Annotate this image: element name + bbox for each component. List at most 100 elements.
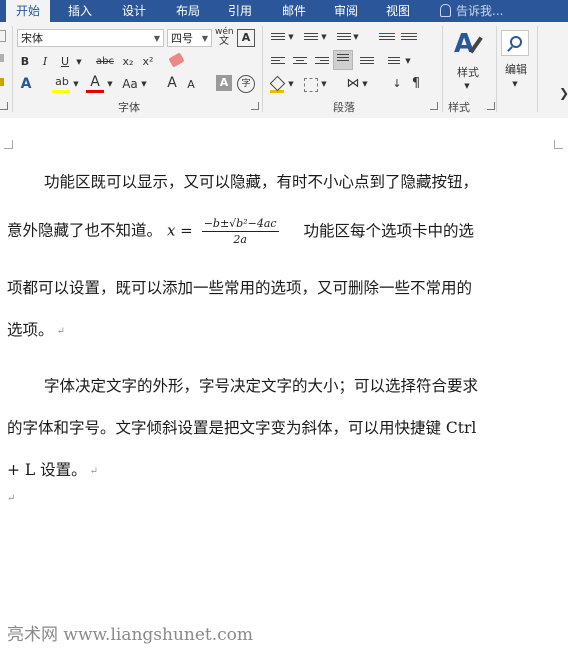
magnifier-handle — [507, 46, 513, 52]
character-border-button[interactable]: A — [237, 29, 255, 47]
chevron-down-icon[interactable]: ▼ — [202, 30, 208, 48]
group-separator — [442, 26, 443, 112]
superscript-button[interactable]: x² — [140, 53, 156, 71]
styles-dialog-launcher-icon[interactable] — [487, 102, 495, 110]
change-case-dropdown-icon[interactable]: ▼ — [140, 75, 148, 93]
underline-button[interactable]: U — [57, 53, 73, 71]
para2-line3: + L 设置。 ↵ — [7, 458, 562, 480]
quadratic-formula[interactable]: x = −b±√b²−4ac 2a — [167, 217, 283, 246]
tab-review[interactable]: 审阅 — [324, 0, 368, 22]
shading-dropdown-icon[interactable]: ▼ — [287, 75, 295, 93]
paragraph-mark: ↵ — [89, 466, 99, 477]
strikethrough-button[interactable]: abc — [93, 53, 117, 71]
increase-indent-icon[interactable] — [401, 31, 417, 42]
underline-dropdown-icon[interactable]: ▼ — [74, 53, 84, 71]
editing-dropdown-icon[interactable]: ▼ — [509, 75, 521, 93]
paragraph-mark: ↵ — [7, 493, 16, 504]
font-color-button[interactable]: A — [86, 73, 104, 91]
copy-partial-icon[interactable] — [0, 54, 4, 62]
clipboard-partial-icon[interactable] — [0, 30, 6, 42]
tab-references[interactable]: 引用 — [218, 0, 262, 22]
numbering-dropdown-icon[interactable]: ▼ — [320, 28, 328, 46]
shrink-font-button[interactable]: A — [184, 76, 198, 94]
font-name-combo[interactable]: 宋体 ▼ — [17, 29, 164, 47]
character-shading-button[interactable]: A — [216, 75, 232, 91]
bold-button[interactable]: B — [17, 53, 33, 71]
tell-me-text: 告诉我... — [456, 4, 504, 18]
distributed-icon[interactable] — [360, 55, 374, 66]
lightbulb-icon — [440, 4, 451, 17]
para2-line3-text: + L 设置。 — [7, 461, 87, 479]
group-separator — [12, 26, 13, 112]
enclose-characters-button[interactable]: 字 — [237, 75, 255, 93]
italic-button[interactable]: I — [37, 53, 53, 71]
tab-design[interactable]: 设计 — [112, 0, 156, 22]
clipboard-launcher-icon[interactable] — [0, 102, 8, 110]
tab-layout[interactable]: 布局 — [166, 0, 210, 22]
highlight-dropdown-icon[interactable]: ▼ — [72, 75, 80, 93]
font-color-dropdown-icon[interactable]: ▼ — [106, 75, 114, 93]
numbering-icon[interactable] — [304, 31, 318, 42]
format-painter-partial-icon[interactable] — [0, 78, 4, 86]
styles-dropdown-icon[interactable]: ▼ — [461, 77, 473, 95]
decrease-indent-icon[interactable] — [379, 31, 395, 42]
formula-lhs: x = — [166, 221, 193, 240]
multilevel-list-icon[interactable] — [337, 31, 351, 42]
para1-line2: 意外隐藏了也不知道。 x = −b±√b²−4ac 2a 功能区每个选项卡中的选 — [7, 217, 562, 246]
font-size-value: 四号 — [171, 32, 193, 45]
align-left-icon[interactable] — [271, 55, 285, 66]
borders-icon[interactable] — [304, 78, 318, 92]
font-name-value: 宋体 — [21, 32, 43, 45]
phonetic-guide-bottom: 文 — [219, 36, 229, 47]
highlight-button[interactable]: ab — [52, 73, 72, 91]
para1-line1: 功能区既可以显示，又可以隐藏，有时不小心点到了隐藏按钮， — [44, 173, 479, 191]
group-separator — [496, 26, 497, 112]
bullets-icon[interactable] — [271, 31, 285, 42]
change-case-button[interactable]: Aa — [120, 75, 140, 93]
collapse-ribbon-icon[interactable]: ❯ — [559, 84, 568, 102]
sort-icon[interactable]: ↓ — [390, 75, 404, 93]
formula-denominator: 2a — [233, 233, 247, 246]
font-dialog-launcher-icon[interactable] — [251, 102, 259, 110]
multilevel-dropdown-icon[interactable]: ▼ — [352, 28, 360, 46]
para1-line4: 选项。 ↵ — [7, 318, 562, 340]
document-page[interactable]: 功能区既可以显示，又可以隐藏，有时不小心点到了隐藏按钮， 意外隐藏了也不知道。 … — [0, 118, 568, 668]
justify-icon — [337, 54, 349, 61]
phonetic-guide-button[interactable]: wén 文 — [215, 27, 234, 49]
editing-button[interactable] — [501, 30, 529, 56]
asian-layout-dropdown-icon[interactable]: ▼ — [361, 75, 369, 93]
tab-insert[interactable]: 插入 — [58, 0, 102, 22]
chevron-down-icon[interactable]: ▼ — [154, 30, 160, 48]
tab-mailings[interactable]: 邮件 — [272, 0, 316, 22]
empty-paragraph: ↵ — [7, 488, 562, 506]
tab-home[interactable]: 开始 — [6, 0, 50, 22]
paragraph-mark: ↵ — [56, 326, 65, 337]
grow-font-button[interactable]: A — [164, 74, 180, 92]
group-separator — [537, 26, 538, 112]
font-size-combo[interactable]: 四号 ▼ — [167, 29, 212, 47]
margin-corner-mark — [4, 140, 13, 149]
para2-line1: 字体决定文字的外形，字号决定文字的大小；可以选择符合要求 — [44, 377, 479, 395]
styles-gallery-icon[interactable]: A — [454, 30, 488, 64]
highlight-color-bar — [52, 90, 70, 93]
font-group-label: 字体 — [118, 101, 140, 114]
paragraph-dialog-launcher-icon[interactable] — [430, 102, 438, 110]
group-separator — [262, 26, 263, 112]
asian-layout-icon[interactable]: ⋈ — [345, 75, 361, 93]
ribbon-tab-bar: 开始 插入 设计 布局 引用 邮件 审阅 视图 告诉我... — [0, 0, 568, 22]
line-spacing-dropdown-icon[interactable]: ▼ — [404, 52, 412, 70]
align-center-icon[interactable] — [293, 55, 307, 66]
tell-me-box[interactable]: 告诉我... — [440, 0, 503, 22]
shading-paint-bucket-icon[interactable] — [269, 75, 286, 93]
para1-line4-text: 选项。 — [7, 321, 54, 339]
justify-button[interactable] — [333, 50, 353, 70]
line-spacing-icon[interactable] — [388, 55, 400, 66]
tab-view[interactable]: 视图 — [376, 0, 420, 22]
bullets-dropdown-icon[interactable]: ▼ — [287, 28, 295, 46]
align-right-icon[interactable] — [315, 55, 329, 66]
clear-formatting-icon[interactable] — [168, 52, 185, 68]
subscript-button[interactable]: x₂ — [120, 53, 136, 71]
show-marks-icon[interactable]: ¶ — [410, 75, 422, 93]
text-effects-button[interactable]: A — [17, 75, 35, 93]
borders-dropdown-icon[interactable]: ▼ — [320, 75, 328, 93]
